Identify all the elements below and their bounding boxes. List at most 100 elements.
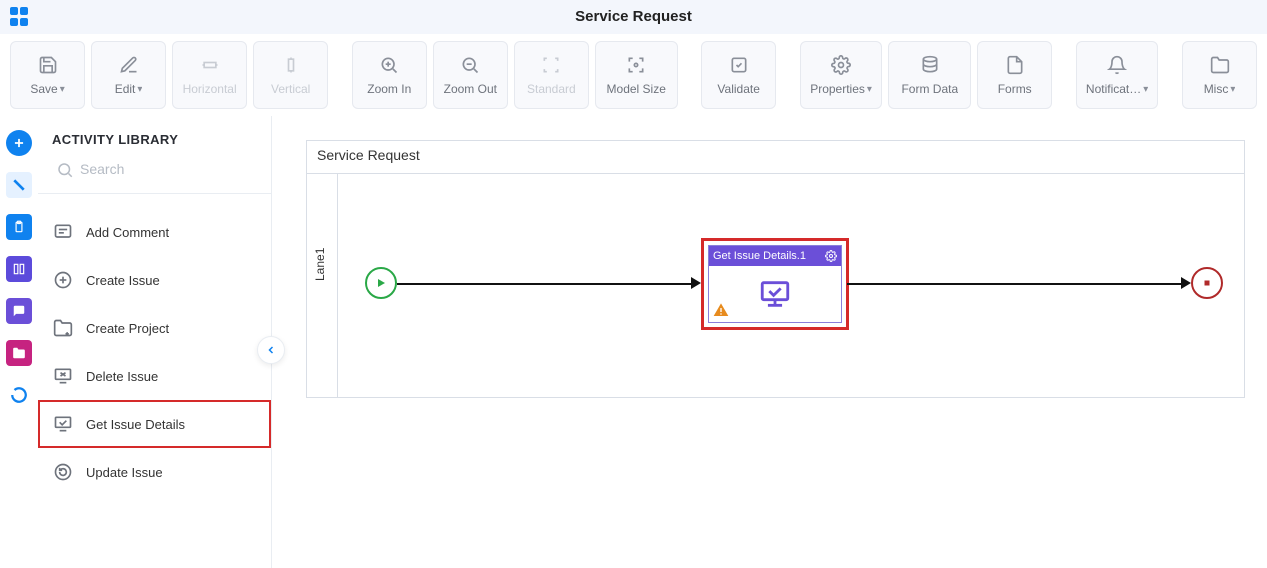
zoom-in-icon [379,54,399,76]
activity-library-sidebar: ACTIVITY LIBRARY Add Comment Create Issu… [38,116,272,568]
folder-icon [1210,54,1230,76]
properties-button[interactable]: Properties▾ [800,41,883,109]
save-icon [38,54,58,76]
forms-icon [1005,54,1025,76]
sidebar-collapse-button[interactable] [257,336,285,364]
rail-clipboard-button[interactable] [6,214,32,240]
standard-icon [541,54,561,76]
search-icon [56,161,74,179]
stop-icon [1202,278,1212,288]
chevron-down-icon: ▾ [60,84,65,95]
horizontal-button[interactable]: Horizontal [172,41,247,109]
zoom-out-label: Zoom Out [444,82,497,96]
database-icon [920,54,940,76]
zoom-out-button[interactable]: Zoom Out [433,41,508,109]
activity-delete-issue[interactable]: Delete Issue [38,352,271,400]
end-node[interactable] [1191,267,1223,299]
rail-chat-button[interactable] [6,298,32,324]
validate-icon [729,54,749,76]
activity-node-highlight: Get Issue Details.1 [701,238,849,330]
check-monitor-icon [52,413,74,435]
arrow-icon [691,277,701,289]
play-icon [375,277,387,289]
left-rail [0,116,38,568]
properties-label: Properties [810,82,865,96]
toolbar: Save▾ Edit▾ Horizontal Vertical Zoom In … [0,34,1267,116]
horizontal-icon [200,54,220,76]
rail-refresh-button[interactable] [6,382,32,408]
notifications-label: Notificat… [1086,82,1141,96]
warning-icon [713,302,729,318]
activity-label: Create Issue [86,273,160,288]
gear-icon [831,54,851,76]
zoom-in-button[interactable]: Zoom In [352,41,427,109]
plus-circle-icon [52,269,74,291]
standard-button[interactable]: Standard [514,41,589,109]
apps-menu-icon[interactable] [10,7,30,27]
activity-update-issue[interactable]: Update Issue [38,448,271,496]
forms-button[interactable]: Forms [977,41,1052,109]
model-size-icon [626,54,646,76]
canvas-title: Service Request [317,147,420,163]
edit-button[interactable]: Edit▾ [91,41,166,109]
rail-activities-button[interactable] [6,172,32,198]
rail-folder-button[interactable] [6,340,32,366]
gear-icon[interactable] [825,250,837,262]
sidebar-title: ACTIVITY LIBRARY [38,116,271,157]
activity-label: Update Issue [86,465,163,480]
activity-label: Get Issue Details [86,417,185,432]
canvas-divider [307,173,1244,174]
rail-columns-button[interactable] [6,256,32,282]
form-data-button[interactable]: Form Data [888,41,971,109]
edit-label: Edit [115,82,136,96]
search-input[interactable] [52,157,257,187]
connector [397,283,693,285]
activity-create-project[interactable]: Create Project [38,304,271,352]
save-button[interactable]: Save▾ [10,41,85,109]
vertical-button[interactable]: Vertical [253,41,328,109]
chevron-down-icon: ▾ [1230,84,1235,95]
bell-icon [1107,54,1127,76]
activity-label: Delete Issue [86,369,158,384]
zoom-out-icon [460,54,480,76]
vertical-label: Vertical [271,82,310,96]
save-label: Save [30,82,57,96]
notifications-button[interactable]: Notificat…▾ [1076,41,1159,109]
chevron-down-icon: ▾ [1143,84,1148,95]
activity-label: Add Comment [86,225,169,240]
horizontal-label: Horizontal [183,82,237,96]
page-title: Service Request [575,8,692,25]
chevron-left-icon [265,344,277,356]
arrow-icon [1181,277,1191,289]
model-size-button[interactable]: Model Size [595,41,678,109]
activity-node-label: Get Issue Details.1 [713,250,806,262]
validate-label: Validate [717,82,759,96]
edit-icon [119,54,139,76]
activity-create-issue[interactable]: Create Issue [38,256,271,304]
validate-button[interactable]: Validate [701,41,776,109]
check-monitor-icon [755,277,795,311]
start-node[interactable] [365,267,397,299]
misc-label: Misc [1204,82,1229,96]
form-data-label: Form Data [901,82,958,96]
misc-button[interactable]: Misc▾ [1182,41,1257,109]
forms-label: Forms [998,82,1032,96]
process-canvas[interactable]: Service Request Lane1 Get Issue Details.… [306,140,1245,398]
activity-label: Create Project [86,321,169,336]
vertical-icon [281,54,301,76]
chevron-down-icon: ▾ [137,84,142,95]
rail-add-button[interactable] [6,130,32,156]
lane-divider [337,173,338,397]
model-size-label: Model Size [607,82,666,96]
connector [847,283,1183,285]
delete-monitor-icon [52,365,74,387]
chevron-down-icon: ▾ [867,84,872,95]
activity-node[interactable]: Get Issue Details.1 [708,245,842,323]
refresh-circle-icon [52,461,74,483]
folder-plus-icon [52,317,74,339]
activity-get-issue-details[interactable]: Get Issue Details [38,400,271,448]
comment-icon [52,221,74,243]
standard-label: Standard [527,82,576,96]
zoom-in-label: Zoom In [367,82,411,96]
activity-add-comment[interactable]: Add Comment [38,208,271,256]
